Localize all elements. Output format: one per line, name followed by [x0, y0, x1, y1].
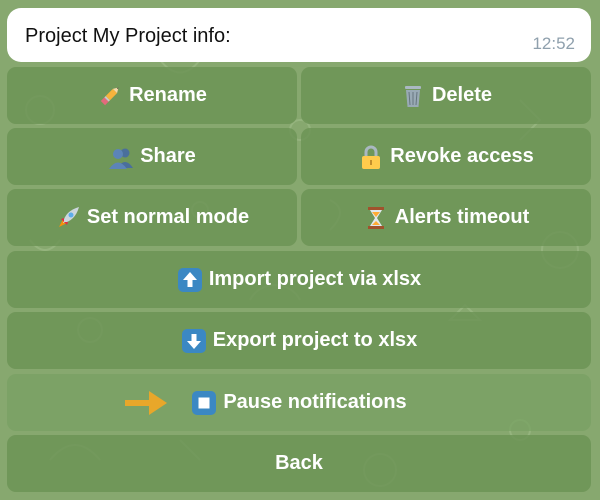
- rename-button[interactable]: Rename: [7, 67, 297, 124]
- pause-notifications-button[interactable]: Pause notifications: [7, 374, 591, 431]
- alerts-timeout-label: Alerts timeout: [394, 206, 530, 228]
- back-label: Back: [275, 452, 323, 474]
- revoke-access-button[interactable]: Revoke access: [301, 128, 591, 185]
- rocket-icon: [55, 205, 81, 231]
- export-project-label: Export project to xlsx: [212, 329, 418, 351]
- import-project-label: Import project via xlsx: [208, 268, 422, 290]
- message-bubble: Project My Project info: 12:52: [7, 8, 591, 62]
- set-normal-mode-button[interactable]: Set normal mode: [7, 189, 297, 246]
- share-button[interactable]: Share: [7, 128, 297, 185]
- hourglass-icon: [363, 205, 389, 231]
- export-project-button[interactable]: Export project to xlsx: [7, 312, 591, 369]
- arrow-right-icon: [123, 389, 169, 417]
- rename-label: Rename: [129, 84, 207, 106]
- pause-notifications-label: Pause notifications: [223, 391, 407, 413]
- down-arrow-icon: [181, 328, 207, 354]
- up-arrow-icon: [177, 267, 203, 293]
- pencil-icon: [97, 83, 123, 109]
- lock-icon: [358, 144, 384, 170]
- delete-button[interactable]: Delete: [301, 67, 591, 124]
- share-label: Share: [140, 145, 196, 167]
- revoke-access-label: Revoke access: [390, 145, 534, 167]
- message-text: Project My Project info:: [25, 25, 231, 47]
- set-normal-mode-label: Set normal mode: [86, 206, 250, 228]
- import-project-button[interactable]: Import project via xlsx: [7, 251, 591, 308]
- delete-label: Delete: [431, 84, 493, 106]
- wastebasket-icon: [400, 83, 426, 109]
- alerts-timeout-button[interactable]: Alerts timeout: [301, 189, 591, 246]
- people-icon: [108, 144, 134, 170]
- back-button[interactable]: Back: [7, 435, 591, 492]
- stop-button-icon: [191, 390, 217, 416]
- message-timestamp: 12:52: [532, 34, 575, 53]
